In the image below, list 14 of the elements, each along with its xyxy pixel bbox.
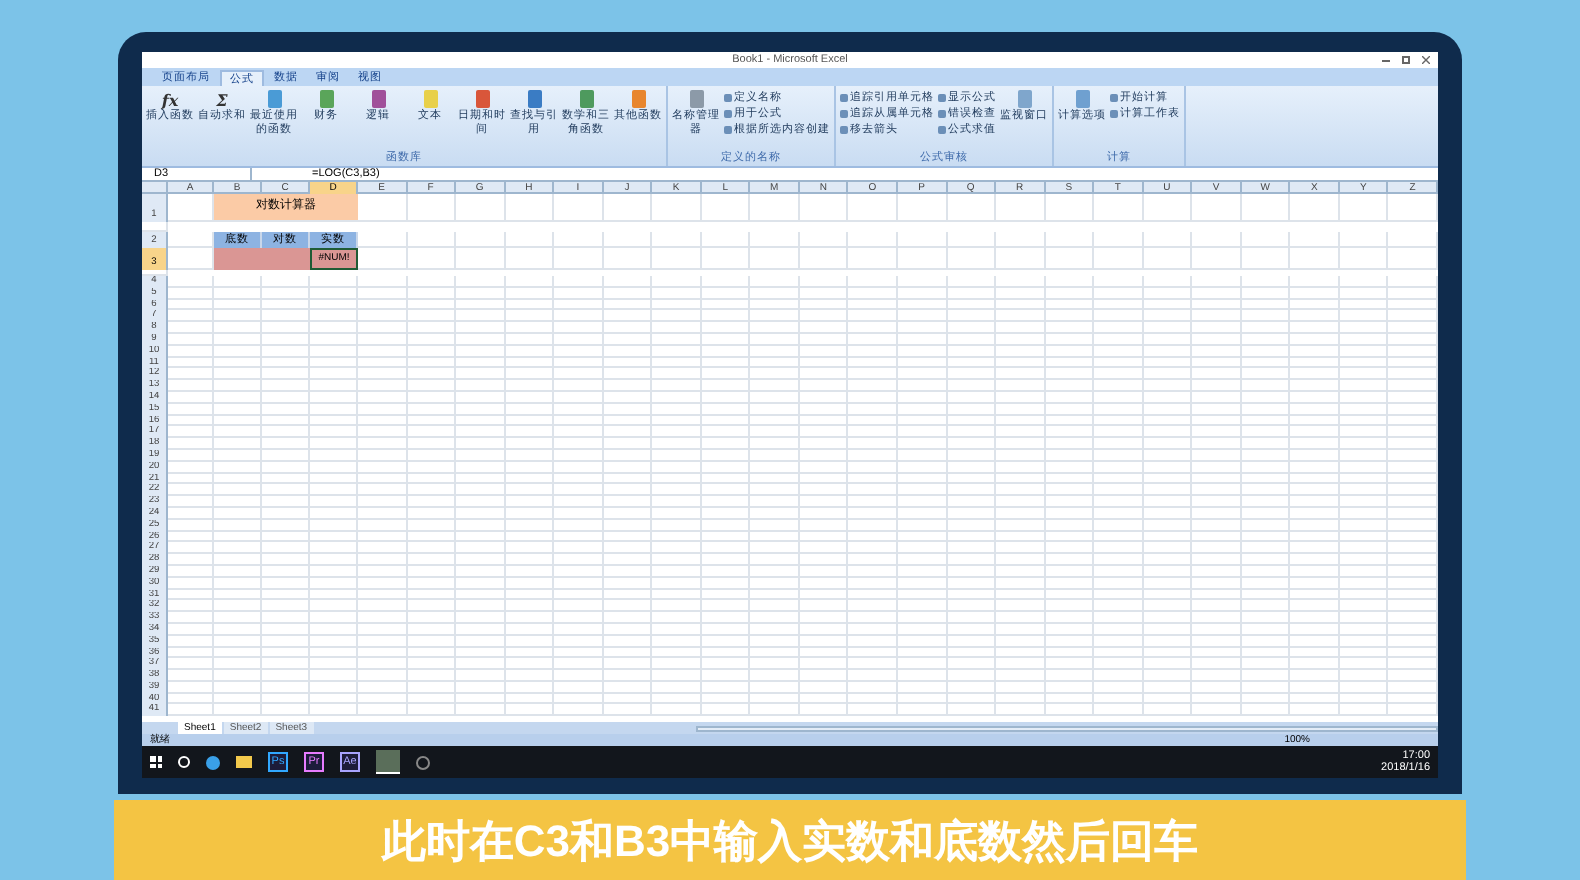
- search-icon[interactable]: [178, 756, 190, 768]
- value-cell[interactable]: [262, 248, 310, 271]
- horizontal-scrollbar[interactable]: [695, 725, 1438, 731]
- windows-logo-icon[interactable]: [150, 756, 162, 768]
- maximize-icon[interactable]: [1402, 56, 1410, 64]
- subtitle-text: 此时在C3和B3中输入实数和底数然后回车: [381, 813, 1199, 869]
- app-icon[interactable]: [416, 755, 430, 769]
- close-icon[interactable]: [1422, 56, 1430, 64]
- function-icon: Σ: [216, 90, 228, 110]
- minimize-icon[interactable]: [1382, 59, 1390, 61]
- browser-icon[interactable]: [206, 755, 220, 769]
- value-cell[interactable]: [214, 248, 262, 271]
- function-icon: fx: [161, 90, 179, 110]
- folder-icon[interactable]: [236, 756, 252, 768]
